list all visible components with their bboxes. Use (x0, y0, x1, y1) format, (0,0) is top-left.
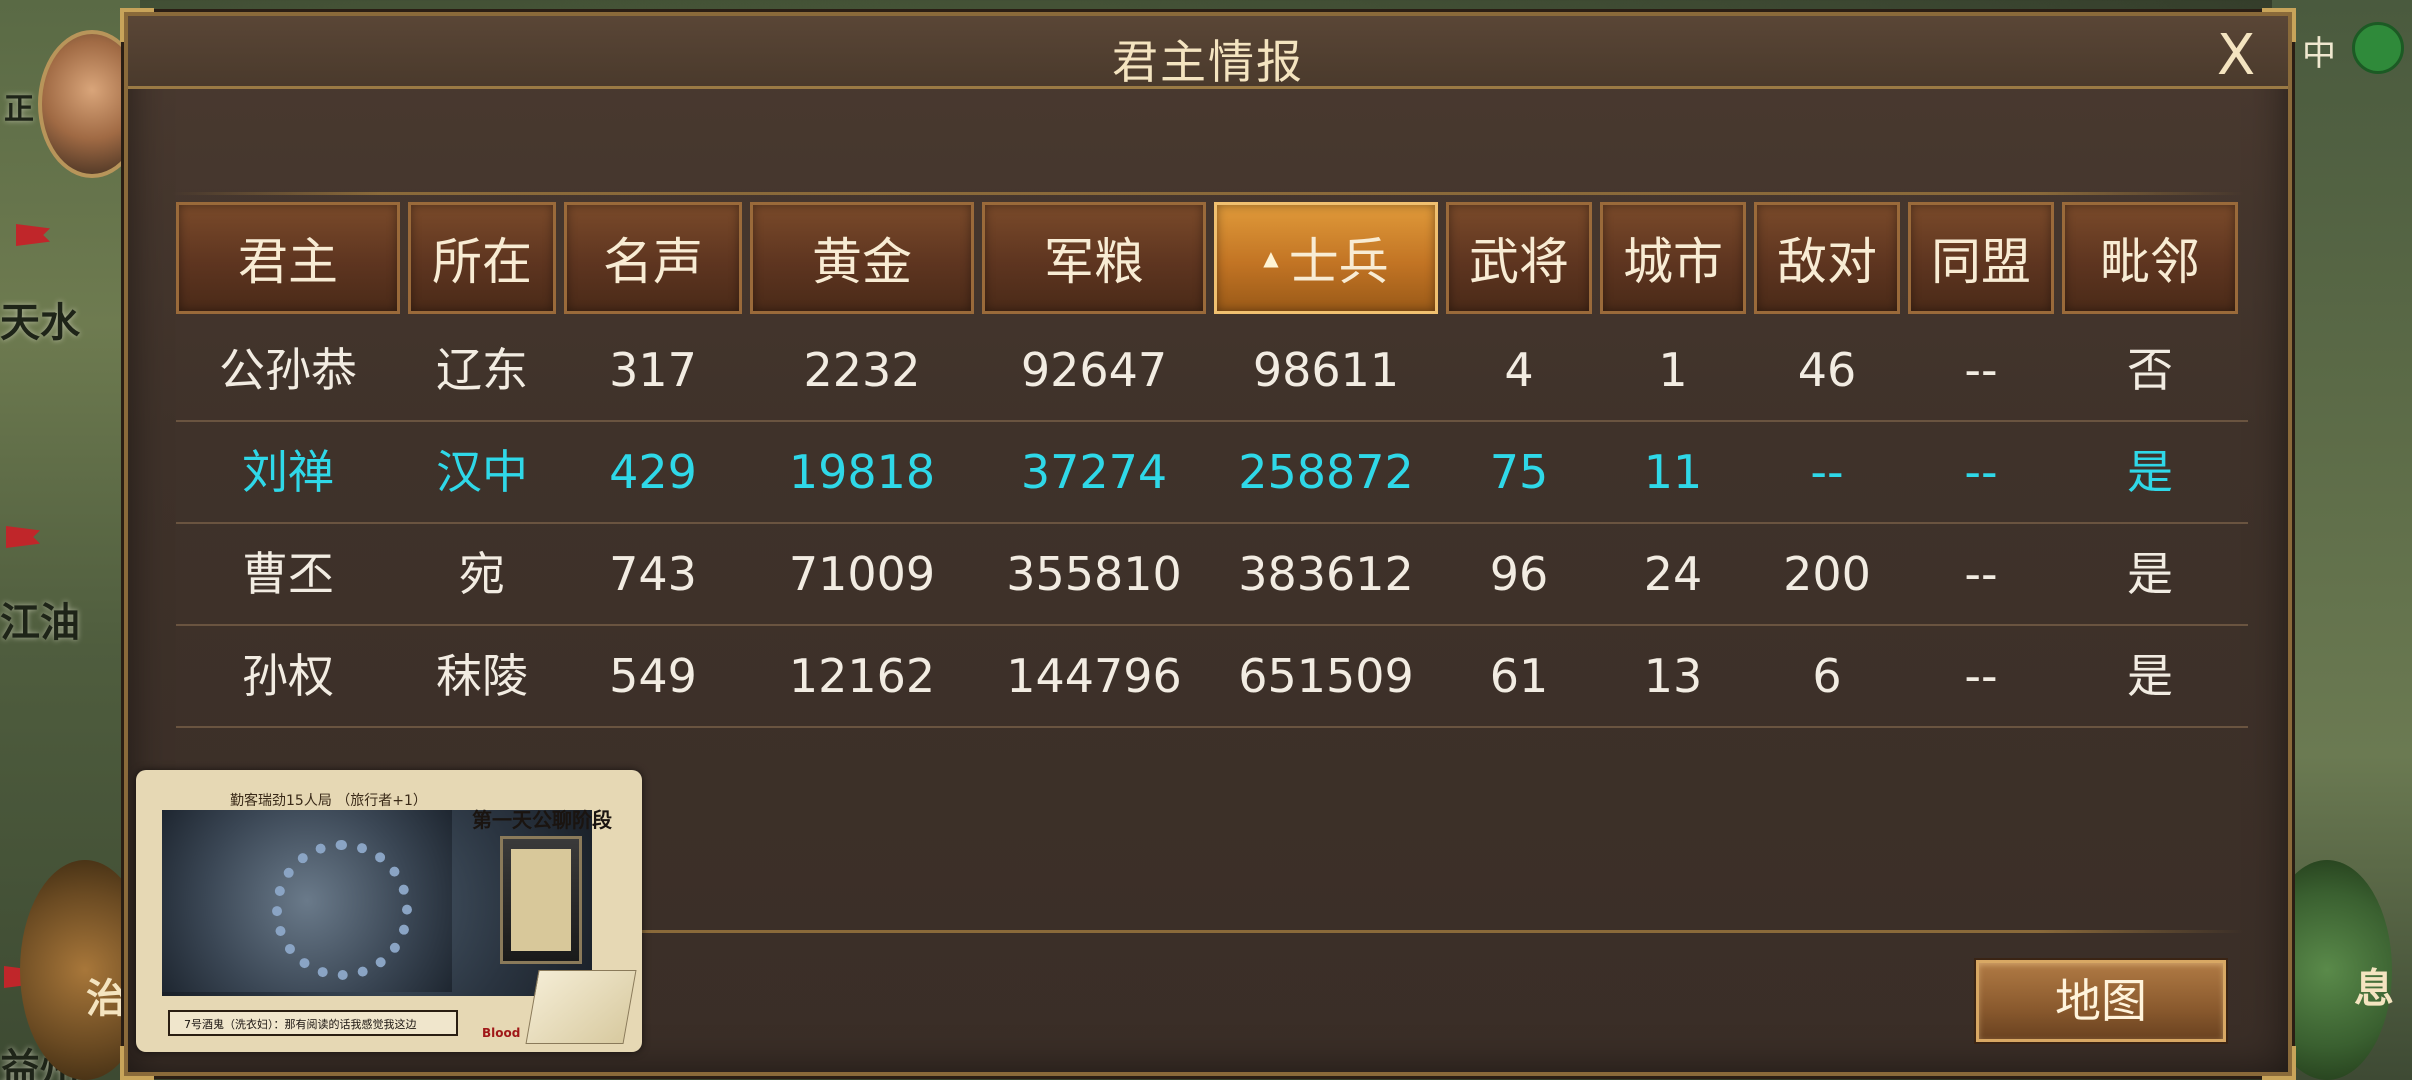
cell-hostile: 46 (1797, 343, 1857, 397)
column-header-food[interactable]: 军粮 (982, 202, 1206, 314)
cell-soldiers: 98611 (1252, 343, 1400, 397)
column-header-soldiers[interactable]: ▲ 士兵 (1214, 202, 1438, 314)
column-header-label: 同盟 (1931, 233, 2031, 291)
overlay-card-face (511, 849, 571, 951)
table-row[interactable]: 公孙恭 辽东 317 2232 92647 98611 4 1 46 -- 否 (176, 320, 2248, 422)
cell-fame: 317 (609, 343, 697, 397)
divider (172, 192, 2244, 195)
cell-soldiers: 383612 (1238, 547, 1414, 601)
cell-allied: -- (1964, 445, 1998, 499)
cell-cities: 13 (1643, 649, 1703, 703)
column-header-label: 君主 (238, 233, 338, 291)
column-header-label: 黄金 (812, 233, 912, 291)
column-header-label: 武将 (1469, 233, 1569, 291)
column-header-label: 毗邻 (2100, 233, 2200, 291)
table-row[interactable]: 曹丕 宛 743 71009 355810 383612 96 24 200 -… (176, 524, 2248, 626)
corner-ornament (2262, 1046, 2296, 1080)
governance-button-label: 治 (86, 975, 126, 1022)
column-header-label: 城市 (1623, 233, 1723, 291)
cell-hostile: -- (1810, 445, 1844, 499)
column-header-cities[interactable]: 城市 (1600, 202, 1746, 314)
status-icon[interactable] (2352, 22, 2404, 74)
cell-adjacent: 是 (2127, 547, 2173, 601)
overlay-subtitle: 第一天公聊阶段 (472, 808, 612, 832)
cell-food: 144796 (1006, 649, 1182, 703)
column-header-label: 敌对 (1777, 233, 1877, 291)
column-header-lord[interactable]: 君主 (176, 202, 400, 314)
cell-soldiers: 651509 (1238, 649, 1414, 703)
cell-gold: 71009 (788, 547, 936, 601)
cell-lord: 孙权 (242, 649, 334, 703)
sort-ascending-icon: ▲ (1263, 246, 1279, 270)
column-header-allied[interactable]: 同盟 (1908, 202, 2054, 314)
table-row[interactable]: 孙权 秣陵 549 12162 144796 651509 61 13 6 --… (176, 626, 2248, 728)
overlay-brand-logo: Blood (482, 1026, 521, 1040)
column-header-location[interactable]: 所在 (408, 202, 556, 314)
dialog-title: 君主情报 (1112, 35, 1304, 89)
cell-generals: 96 (1489, 547, 1549, 601)
info-button-label: 息 (2354, 965, 2394, 1012)
cell-allied: -- (1964, 649, 1998, 703)
column-header-label: 军粮 (1044, 233, 1144, 291)
overlay-title: 勤客瑞劲15人局 （旅行者+1） (230, 793, 427, 809)
overlay-role-card (500, 836, 582, 964)
map-label-zheng: 正 (4, 92, 34, 127)
overlay-book-icon (525, 970, 637, 1044)
cell-food: 355810 (1006, 547, 1182, 601)
cell-generals: 75 (1489, 445, 1549, 499)
cell-allied: -- (1964, 547, 1998, 601)
column-header-fame[interactable]: 名声 (564, 202, 742, 314)
map-label-tianshui[interactable]: 天水 (0, 290, 80, 348)
cell-fame: 429 (609, 445, 697, 499)
stream-overlay-thumbnail[interactable]: 勤客瑞劲15人局 （旅行者+1） 第一天公聊阶段 7号酒鬼（洗衣妇）：那有阅读的… (136, 770, 642, 1052)
cell-location: 秣陵 (436, 649, 528, 703)
column-header-generals[interactable]: 武将 (1446, 202, 1592, 314)
table-header-row: 君主 所在 名声 黄金 军粮 ▲ 士兵 武将 城市 敌对 同盟 毗邻 (176, 202, 2248, 320)
overlay-caption: 7号酒鬼（洗衣妇）：那有阅读的话我感觉我这边 (168, 1010, 458, 1036)
column-header-label: 士兵 (1288, 233, 1389, 291)
column-header-label: 所在 (432, 233, 532, 291)
overlay-player-ring (272, 840, 412, 980)
cell-cities: 11 (1643, 445, 1703, 499)
cell-adjacent: 否 (2127, 343, 2173, 397)
cell-lord: 刘禅 (242, 445, 334, 499)
column-header-adjacent[interactable]: 毗邻 (2062, 202, 2238, 314)
cell-lord: 曹丕 (242, 547, 334, 601)
cell-gold: 19818 (788, 445, 936, 499)
cell-gold: 12162 (788, 649, 936, 703)
cell-food: 92647 (1020, 343, 1168, 397)
column-header-hostile[interactable]: 敌对 (1754, 202, 1900, 314)
cell-allied: -- (1964, 343, 1998, 397)
map-label-jiangyou[interactable]: 江油 (0, 590, 80, 648)
cell-lord: 公孙恭 (219, 343, 357, 397)
cell-gold: 2232 (803, 343, 921, 397)
lord-table: 君主 所在 名声 黄金 军粮 ▲ 士兵 武将 城市 敌对 同盟 毗邻 公孙恭 辽东… (176, 202, 2248, 728)
cell-adjacent: 是 (2127, 649, 2173, 703)
cell-location: 辽东 (436, 343, 528, 397)
dialog-title-bar: 君主情报 X (128, 16, 2288, 89)
map-button[interactable]: 地图 (1976, 960, 2226, 1042)
cell-location: 汉中 (436, 445, 528, 499)
column-header-gold[interactable]: 黄金 (750, 202, 974, 314)
cell-soldiers: 258872 (1238, 445, 1414, 499)
cell-cities: 1 (1658, 343, 1688, 397)
cell-generals: 61 (1489, 649, 1549, 703)
cell-hostile: 6 (1812, 649, 1842, 703)
table-row-self[interactable]: 刘禅 汉中 429 19818 37274 258872 75 11 -- --… (176, 422, 2248, 524)
cell-location: 宛 (459, 547, 505, 601)
map-label-zhong: 中 (2302, 34, 2336, 74)
cell-fame: 549 (609, 649, 697, 703)
cell-generals: 4 (1504, 343, 1534, 397)
close-button[interactable]: X (2206, 26, 2266, 86)
cell-cities: 24 (1643, 547, 1703, 601)
cell-hostile: 200 (1783, 547, 1871, 601)
column-header-label: 名声 (603, 233, 703, 291)
cell-adjacent: 是 (2127, 445, 2173, 499)
cell-food: 37274 (1020, 445, 1168, 499)
cell-fame: 743 (609, 547, 697, 601)
